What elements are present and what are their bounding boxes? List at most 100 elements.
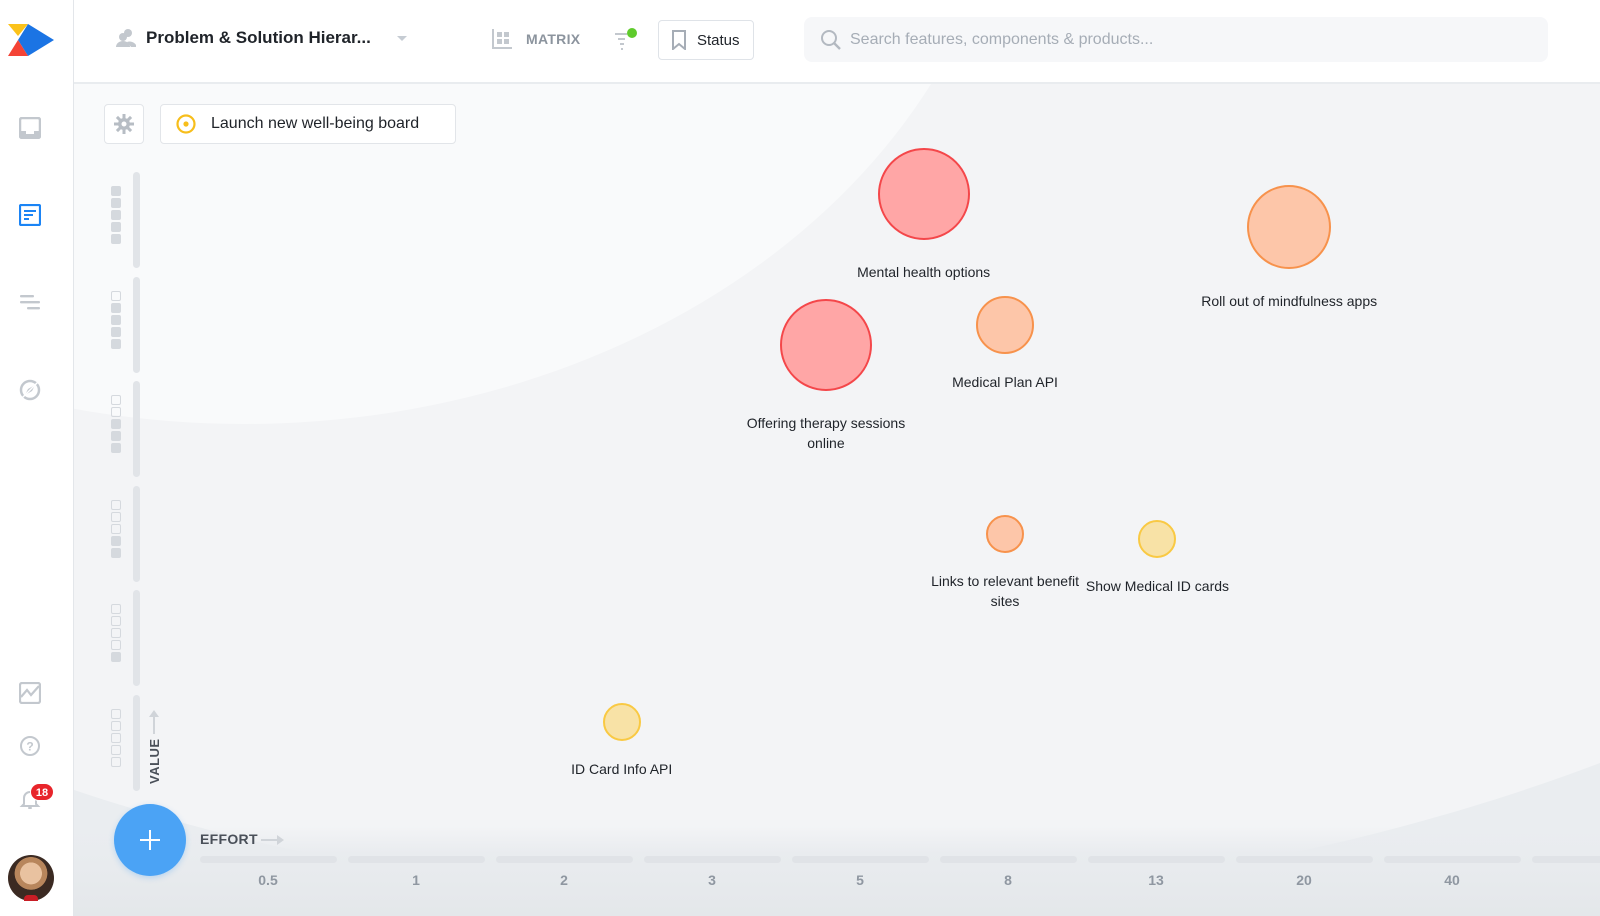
value-level-indicator	[111, 708, 121, 767]
status-button[interactable]: Status	[658, 20, 754, 60]
effort-tick-label: 20	[1296, 872, 1312, 888]
value-row-track[interactable]	[133, 276, 140, 373]
matrix-bubble[interactable]	[1138, 519, 1177, 558]
effort-column-track[interactable]	[347, 856, 485, 863]
value-dot	[111, 640, 121, 650]
value-dot	[111, 720, 121, 731]
value-row-track[interactable]	[133, 590, 140, 686]
effort-column-track[interactable]	[199, 856, 337, 863]
effort-column-track[interactable]	[939, 856, 1077, 863]
sidebar-item-board[interactable]	[18, 203, 42, 227]
value-dot	[111, 523, 121, 534]
sidebar-item-help[interactable]: ?	[18, 734, 42, 758]
value-dot	[111, 499, 121, 510]
value-dot	[111, 744, 121, 755]
search-bar	[804, 17, 1548, 62]
board-selector[interactable]: Problem & Solution Hierar...	[116, 28, 407, 48]
value-dot	[111, 732, 121, 743]
bubble-label[interactable]: Roll out of mindfulness apps	[1199, 291, 1379, 311]
value-dot	[111, 186, 121, 196]
target-icon	[176, 114, 196, 134]
sidebar-item-roadmap[interactable]	[18, 290, 42, 314]
bubble-label[interactable]: Offering therapy sessions online	[736, 413, 916, 453]
matrix-bubble[interactable]	[602, 702, 641, 741]
value-dot	[111, 535, 121, 546]
value-level-2	[110, 485, 140, 582]
view-switcher-matrix[interactable]: MATRIX	[491, 28, 580, 50]
value-row-track[interactable]	[133, 381, 140, 477]
value-dot	[111, 395, 121, 405]
value-dot	[111, 302, 121, 313]
value-level-3	[110, 381, 140, 477]
value-arrow-icon	[149, 710, 159, 734]
value-level-0	[110, 694, 140, 791]
matrix-canvas: Launch new well-being board VALUE EFFORT…	[74, 84, 1600, 916]
board-title: Problem & Solution Hierar...	[146, 28, 371, 47]
app-logo[interactable]	[8, 24, 54, 56]
bubble-label[interactable]: Mental health options	[834, 262, 1014, 282]
help-icon: ?	[20, 736, 40, 756]
effort-column-track[interactable]	[1531, 856, 1600, 863]
matrix-bubble[interactable]	[976, 295, 1035, 354]
goal-label: Launch new well-being board	[211, 115, 420, 132]
value-level-4	[110, 276, 140, 373]
value-dot	[111, 431, 121, 441]
value-dot	[111, 407, 121, 417]
effort-tick-label: 5	[856, 872, 864, 888]
value-dot	[111, 547, 121, 558]
roadmap-lines-icon	[20, 295, 40, 310]
value-dot	[111, 443, 121, 453]
add-item-button[interactable]	[114, 804, 186, 876]
search-input[interactable]	[850, 30, 1530, 49]
effort-tick-label: 2	[560, 872, 568, 888]
effort-column-track[interactable]	[1383, 856, 1521, 863]
bookmark-icon	[672, 30, 686, 50]
value-dot	[111, 210, 121, 220]
axis-band	[74, 826, 1600, 916]
bubble-label[interactable]: Show Medical ID cards	[1067, 576, 1247, 596]
user-avatar[interactable]	[8, 855, 54, 901]
filter-active-dot	[627, 28, 637, 38]
svg-text:?: ?	[26, 740, 33, 754]
app-root: ? 18 Problem & Solution Hierar... MATRIX…	[0, 0, 1600, 916]
matrix-bubble[interactable]	[877, 147, 970, 240]
inbox-icon	[19, 117, 41, 139]
status-label: Status	[697, 31, 740, 49]
value-dot	[111, 338, 121, 349]
matrix-bubble[interactable]	[779, 299, 872, 392]
matrix-grid-icon	[492, 29, 512, 49]
value-level-indicator	[111, 395, 121, 453]
sidebar-item-analytics[interactable]	[18, 681, 42, 705]
bubble-label[interactable]: ID Card Info API	[532, 759, 712, 779]
value-row-track[interactable]	[133, 485, 140, 582]
matrix-bubble[interactable]	[1247, 185, 1332, 270]
effort-column-track[interactable]	[791, 856, 929, 863]
sidebar-item-discover[interactable]	[18, 378, 42, 402]
value-dot	[111, 314, 121, 325]
effort-column-track[interactable]	[643, 856, 781, 863]
gear-icon	[114, 114, 134, 134]
matrix-settings-button[interactable]	[104, 104, 144, 144]
effort-column-track[interactable]	[1087, 856, 1225, 863]
bubble-label[interactable]: Medical Plan API	[915, 372, 1095, 392]
effort-column-track[interactable]	[495, 856, 633, 863]
goal-selector[interactable]: Launch new well-being board	[160, 104, 456, 144]
compass-icon	[19, 379, 41, 401]
analytics-chart-icon	[19, 682, 41, 704]
chevron-down-icon	[396, 35, 407, 41]
filter-button[interactable]	[614, 28, 644, 54]
effort-column-track[interactable]	[1235, 856, 1373, 863]
effort-tick-label: 3	[708, 872, 716, 888]
value-axis-label: VALUE	[147, 738, 162, 784]
effort-arrow-icon	[261, 835, 284, 845]
value-row-track[interactable]	[133, 694, 140, 791]
value-dot	[111, 511, 121, 522]
effort-axis-label: EFFORT	[200, 831, 258, 847]
sidebar-item-inbox[interactable]	[18, 116, 42, 140]
matrix-bubble[interactable]	[986, 514, 1025, 553]
effort-tick-label: 1	[412, 872, 420, 888]
search-icon	[821, 29, 841, 50]
effort-tick-label: 8	[1004, 872, 1012, 888]
notification-badge: 18	[30, 783, 54, 801]
value-row-track[interactable]	[133, 172, 140, 268]
